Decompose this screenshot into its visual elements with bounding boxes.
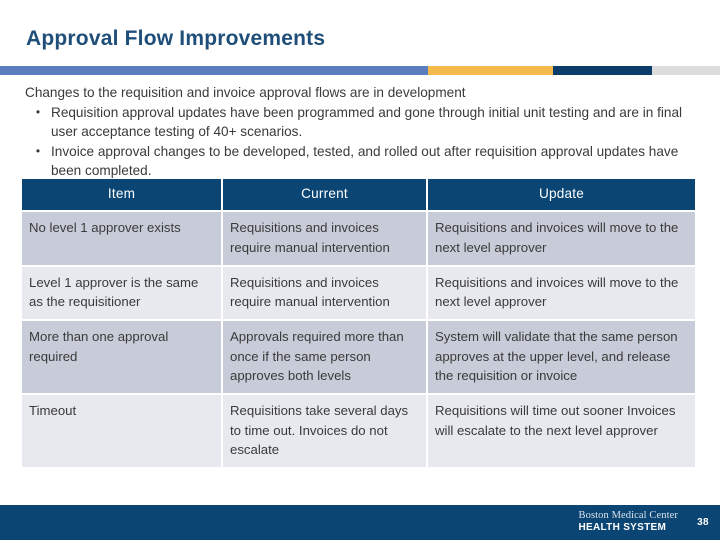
column-header-current: Current [223,179,426,211]
bullet-item: • Requisition approval updates have been… [25,103,695,142]
table-row: More than one approval required Approval… [22,321,695,394]
page-title: Approval Flow Improvements [26,27,326,50]
cell-item: More than one approval required [22,321,221,394]
table-row: No level 1 approver exists Requisitions … [22,212,695,265]
accent-segment-orange [428,66,553,75]
table-row: Timeout Requisitions take several days t… [22,395,695,468]
bullet-dot-icon: • [35,104,41,119]
cell-item: Level 1 approver is the same as the requ… [22,266,221,320]
accent-segment-blue [0,66,428,75]
cell-update: Requisitions and invoices will move to t… [428,266,695,320]
table-header-row: Item Current Update [22,179,695,211]
cell-current: Requisitions and invoices require manual… [223,266,426,320]
body-text-block: Changes to the requisition and invoice a… [25,83,695,181]
table-row: Level 1 approver is the same as the requ… [22,266,695,320]
logo-subtitle: HEALTH SYSTEM [578,522,667,533]
cell-current: Requisitions take several days to time o… [223,395,426,468]
bullet-dot-icon: • [35,143,41,158]
organization-logo: Boston Medical Center HEALTH SYSTEM [579,510,679,534]
accent-segment-navy [553,66,652,75]
cell-update: Requisitions will time out sooner Invoic… [428,395,695,468]
accent-segment-gray [652,66,720,75]
lead-paragraph: Changes to the requisition and invoice a… [25,85,466,100]
accent-bar [0,66,720,75]
cell-item: Timeout [22,395,221,468]
cell-update: Requisitions and invoices will move to t… [428,212,695,265]
column-header-item: Item [22,179,221,211]
cell-current: Approvals required more than once if the… [223,321,426,394]
page-number: 38 [697,517,709,528]
logo-name: Boston Medical Center [578,510,678,521]
bullet-text: Invoice approval changes to be developed… [51,143,679,179]
approval-flow-table: Item Current Update No level 1 approver … [20,177,697,469]
cell-update: System will validate that the same perso… [428,321,695,394]
column-header-update: Update [428,179,695,211]
bullet-item: • Invoice approval changes to be develop… [25,142,695,181]
cell-current: Requisitions and invoices require manual… [223,212,426,265]
cell-item: No level 1 approver exists [22,212,221,265]
bullet-text: Requisition approval updates have been p… [51,104,683,140]
